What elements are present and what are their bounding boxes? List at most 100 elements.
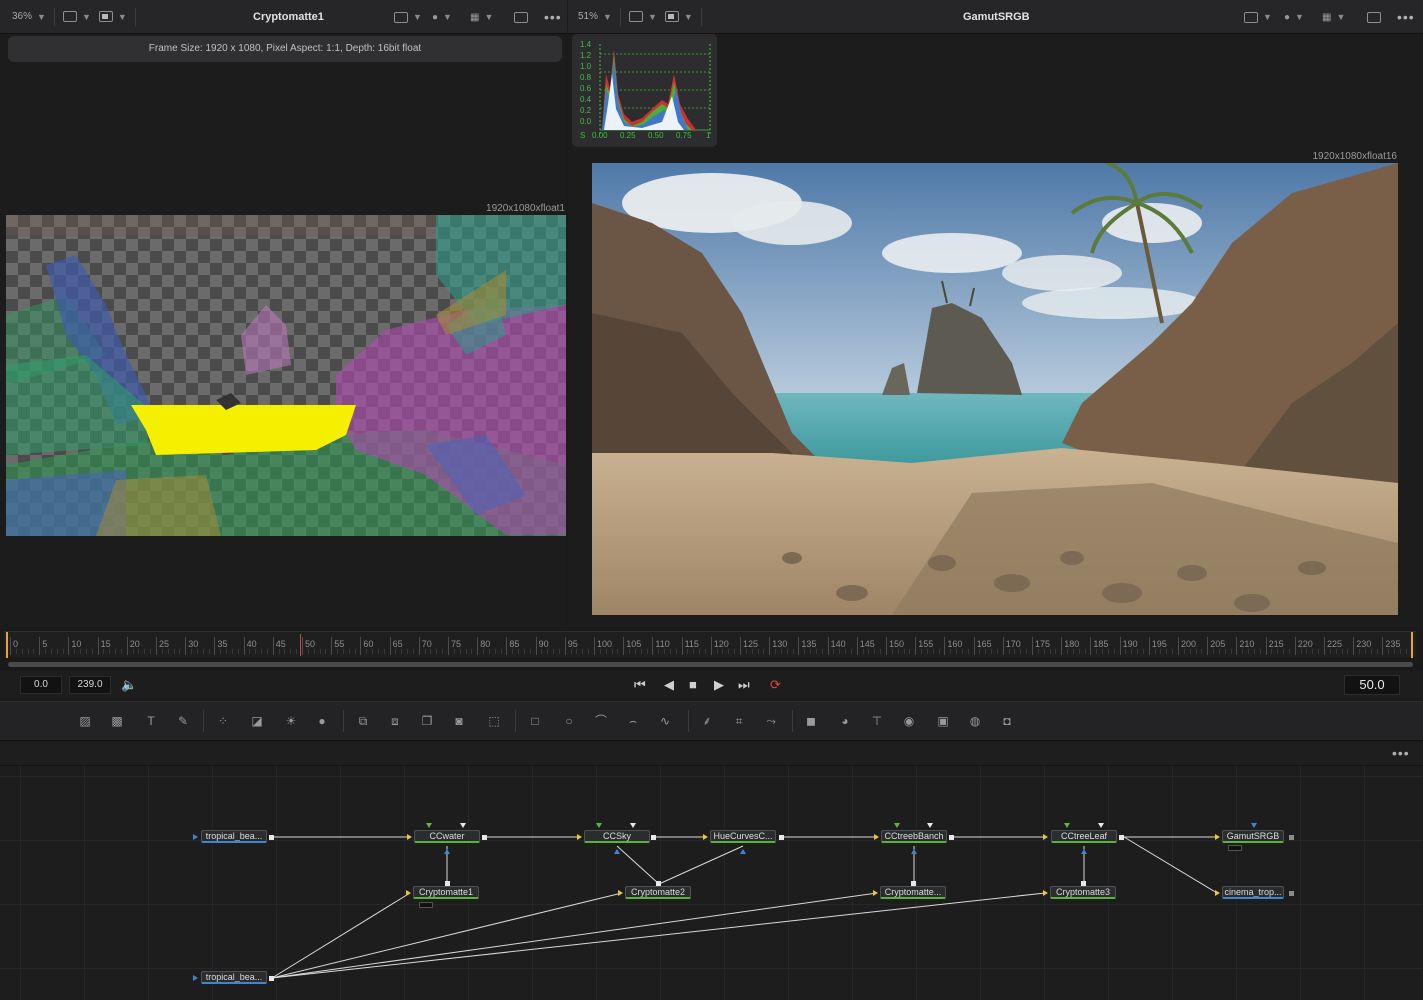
paint-icon[interactable]: ✎ bbox=[174, 713, 192, 729]
left-fit-button[interactable] bbox=[510, 8, 532, 26]
histo-y-label: 0.0 bbox=[580, 117, 592, 126]
timeline-ruler[interactable]: 0 5 10 15 20 25 30 35 40 45 50 55 60 65 70 75 80 85 90 95 10… bbox=[4, 631, 1416, 658]
node-saver[interactable]: cinema_trop... bbox=[1222, 886, 1284, 899]
ruler-minor-tick bbox=[1329, 649, 1331, 654]
left-options-button[interactable]: ••• bbox=[540, 8, 566, 26]
node-loader-bottom[interactable]: tropical_bea... bbox=[201, 971, 267, 984]
left-channel-select[interactable]: ▼ bbox=[59, 8, 95, 26]
right-roi-select[interactable]: ▼ bbox=[661, 8, 697, 26]
right-zoom-select[interactable]: 51% ▼ bbox=[574, 8, 616, 26]
node-loader-top[interactable]: tropical_bea... bbox=[201, 830, 267, 843]
ellipse-icon[interactable]: ○ bbox=[560, 713, 578, 729]
output-port[interactable] bbox=[656, 881, 661, 886]
left-viewer[interactable]: Frame Size: 1920 x 1080, Pixel Aspect: 1… bbox=[0, 34, 567, 629]
timeline-scrubber[interactable] bbox=[8, 662, 1413, 667]
right-lut-select[interactable]: ▼ bbox=[1240, 8, 1276, 26]
3d-camera-icon[interactable]: ◉ bbox=[900, 713, 918, 729]
output-port[interactable] bbox=[269, 976, 274, 981]
left-roi-select[interactable]: ▼ bbox=[95, 8, 131, 26]
right-fit-button[interactable] bbox=[1363, 8, 1385, 26]
node-ccsky[interactable]: CCSky bbox=[584, 830, 650, 843]
curves-icon[interactable]: ◪ bbox=[248, 713, 266, 729]
ruler-tick-label: 135 bbox=[801, 639, 817, 649]
node-options-icon[interactable]: ••• bbox=[1392, 745, 1410, 761]
node-crypto2[interactable]: Cryptomatte2 bbox=[625, 886, 691, 899]
3d-render-icon[interactable]: ◘ bbox=[998, 713, 1016, 729]
particles-icon[interactable]: ⁘ bbox=[214, 713, 232, 729]
go-to-end-icon[interactable]: ⏭ bbox=[738, 676, 750, 694]
layer-icon[interactable]: ⧈ bbox=[386, 713, 404, 729]
transport-bar: 0.0 239.0 🔈 ⏮ ◀ ■ ▶ ⏭ ⟳ 50.0 bbox=[0, 671, 1423, 699]
node-cctreebranch[interactable]: CCtreebBanch bbox=[881, 830, 947, 843]
background-icon[interactable]: ▨ bbox=[76, 713, 94, 729]
rectangle-icon[interactable]: □ bbox=[526, 713, 544, 729]
left-color-select[interactable]: ● ▼ bbox=[428, 8, 456, 26]
blur-icon[interactable]: ● bbox=[313, 713, 331, 729]
ruler-minor-tick bbox=[138, 649, 140, 654]
node-crypto3[interactable]: Cryptomatte3 bbox=[1050, 886, 1116, 899]
3d-merge-icon[interactable]: ▣ bbox=[934, 713, 952, 729]
polygon-icon[interactable]: ⌒ bbox=[592, 713, 610, 729]
node-crypto1[interactable]: Cryptomatte1 bbox=[413, 886, 479, 899]
output-port[interactable] bbox=[1119, 835, 1124, 840]
image-icon[interactable]: ▩ bbox=[108, 713, 126, 729]
output-port[interactable] bbox=[1289, 891, 1294, 896]
output-port[interactable] bbox=[445, 881, 450, 886]
left-grid-select[interactable]: ▦ ▼ bbox=[466, 8, 497, 26]
bitmap-icon[interactable]: ∿ bbox=[656, 713, 674, 729]
play-icon[interactable]: ▶ bbox=[714, 676, 724, 694]
brightness-icon[interactable]: ☀ bbox=[282, 713, 300, 729]
ruler-minor-tick bbox=[874, 649, 876, 654]
merge-icon[interactable]: ⧉ bbox=[354, 713, 372, 729]
out-point-marker[interactable] bbox=[1411, 632, 1413, 658]
text-icon[interactable]: T bbox=[142, 713, 160, 729]
copy-icon[interactable]: ❐ bbox=[418, 713, 436, 729]
output-port[interactable] bbox=[269, 835, 274, 840]
left-lut-select[interactable]: ▼ bbox=[390, 8, 426, 26]
3d-text-icon[interactable]: ⊤ bbox=[868, 713, 886, 729]
3d-light-icon[interactable]: ◍ bbox=[966, 713, 984, 729]
in-point-marker[interactable] bbox=[6, 632, 8, 658]
3d-sphere-icon[interactable]: ◕ bbox=[836, 713, 854, 729]
node-cctreeleaf[interactable]: CCtreeLeaf bbox=[1051, 830, 1117, 843]
ruler-tick bbox=[10, 637, 11, 655]
node-editor[interactable]: tropical_bea... CCwater CCSky HueCurvesC… bbox=[0, 766, 1423, 1000]
output-port[interactable] bbox=[651, 835, 656, 840]
output-port[interactable] bbox=[911, 881, 916, 886]
node-gamut[interactable]: GamutSRGB bbox=[1222, 830, 1284, 843]
playhead[interactable] bbox=[300, 634, 301, 656]
output-port[interactable] bbox=[779, 835, 784, 840]
right-color-select[interactable]: ● ▼ bbox=[1280, 8, 1308, 26]
node-crypto-mid[interactable]: Cryptomatte... bbox=[880, 886, 946, 899]
transform-icon[interactable]: ⬚ bbox=[485, 713, 503, 729]
left-zoom-select[interactable]: 36% ▼ bbox=[8, 8, 50, 26]
tracker-icon[interactable]: ⸙ bbox=[698, 713, 716, 729]
node-huecurves[interactable]: HueCurvesC... bbox=[710, 830, 776, 843]
toolbar-divider bbox=[343, 710, 344, 732]
histo-x-label: S bbox=[580, 131, 585, 140]
output-port[interactable] bbox=[482, 835, 487, 840]
stop-icon[interactable]: ■ bbox=[689, 676, 697, 694]
right-options-button[interactable]: ••• bbox=[1393, 8, 1419, 26]
ruler-minor-tick bbox=[1142, 649, 1144, 654]
planar-icon[interactable]: ⌗ bbox=[730, 713, 748, 729]
right-grid-select[interactable]: ▦ ▼ bbox=[1318, 8, 1349, 26]
left-viewer-title: Cryptomatte1 bbox=[253, 11, 324, 23]
warp-icon[interactable]: ⤳ bbox=[762, 713, 780, 729]
right-channel-select[interactable]: ▼ bbox=[625, 8, 661, 26]
end-time-field[interactable]: 239.0 bbox=[69, 676, 111, 694]
output-port[interactable] bbox=[949, 835, 954, 840]
3d-shape-icon[interactable]: ◼ bbox=[802, 713, 820, 729]
start-time-field[interactable]: 0.0 bbox=[20, 676, 62, 694]
speaker-icon[interactable]: 🔈 bbox=[121, 676, 137, 694]
current-frame-field[interactable]: 50.0 bbox=[1344, 675, 1400, 695]
chevron-down-icon: ▼ bbox=[683, 11, 693, 22]
viewer-icon[interactable]: ◙ bbox=[450, 713, 468, 729]
loop-icon[interactable]: ⟳ bbox=[770, 676, 781, 694]
node-ccwater[interactable]: CCwater bbox=[414, 830, 480, 843]
play-reverse-icon[interactable]: ◀ bbox=[664, 676, 674, 694]
output-port[interactable] bbox=[1289, 835, 1294, 840]
bspline-icon[interactable]: ⌢ bbox=[624, 713, 642, 729]
go-to-start-icon[interactable]: ⏮ bbox=[634, 676, 646, 694]
output-port[interactable] bbox=[1081, 881, 1086, 886]
